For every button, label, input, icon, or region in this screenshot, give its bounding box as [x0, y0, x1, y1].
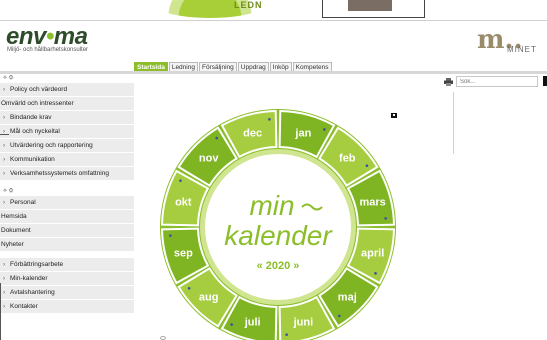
sidebar-item[interactable]: ›Hemsida [0, 210, 134, 224]
month-label-jan[interactable]: jan [294, 127, 311, 139]
year-selector[interactable]: « 2020 » [257, 260, 300, 272]
chevron-right-icon: › [3, 199, 6, 206]
sidebar: ⟡ ⚙ ›Policy och värdeord›Omvärld och int… [0, 74, 134, 340]
chevron-right-icon: › [3, 170, 6, 177]
chevron-right-icon: › [3, 261, 6, 268]
sidebar-item-label: Bindande krav [10, 114, 52, 121]
event-dot[interactable] [230, 323, 233, 326]
month-label-april[interactable]: april [361, 247, 384, 259]
chevron-right-icon: › [3, 289, 6, 296]
month-label-juli[interactable]: juli [244, 317, 261, 329]
sidebar-item[interactable]: › Avtalshantering [0, 286, 134, 300]
month-label-feb[interactable]: feb [339, 153, 356, 165]
chevron-right-icon: › [3, 142, 6, 149]
sidebar-item[interactable]: › Utvärdering och rapportering [0, 139, 134, 153]
sidebar-item[interactable]: › Min-kalender [0, 272, 134, 286]
background-line [0, 283, 1, 340]
app-window: env•ma Miljö- och hållbarhetskonsulter m… [0, 20, 547, 340]
month-label-mars[interactable]: mars [360, 197, 386, 209]
sidebar-item-label: Omvärld och intressenter [1, 100, 74, 107]
brand-logo-right: m.. MINET [477, 25, 547, 59]
sidebar-item-label: Kommunikation [10, 156, 55, 163]
event-dot[interactable] [384, 217, 387, 220]
resize-icon [160, 336, 166, 340]
chevron-right-icon: › [3, 114, 6, 121]
sidebar-item-label: Dokument [1, 227, 31, 234]
background-strip [0, 0, 547, 20]
chevron-right-icon: › [3, 128, 6, 135]
sidebar-item[interactable]: › Policy och värdeord [0, 83, 134, 97]
sidebar-item[interactable]: › Mål och nyckeltal [0, 125, 134, 139]
sidebar-item-label: Min-kalender [10, 275, 48, 282]
month-label-nov[interactable]: nov [199, 153, 219, 165]
calendar-title-line1: min [249, 190, 294, 221]
tagline: Miljö- och hållbarhetskonsulter [7, 47, 89, 53]
brand-sub: MINET [507, 45, 537, 54]
event-dot[interactable] [374, 272, 377, 275]
event-dot[interactable] [365, 164, 369, 167]
background-text-fragment: LEDN [234, 0, 263, 10]
logo-part1: env [6, 23, 46, 50]
month-label-juni[interactable]: juni [293, 317, 314, 329]
sidebar-item[interactable]: ›Dokument [0, 224, 134, 238]
header: env•ma Miljö- och hållbarhetskonsulter m… [0, 21, 547, 59]
sidebar-item[interactable]: › Personal [0, 196, 134, 210]
year-calendar-wheel: jan feb mars april maj juni juli aug sep okt nov de… [160, 109, 396, 340]
event-dot[interactable] [268, 118, 271, 121]
search-input[interactable] [456, 76, 538, 87]
main-content: jan feb mars april maj juni juli aug sep okt nov de… [134, 74, 547, 340]
event-dot[interactable] [323, 128, 326, 131]
sidebar-item[interactable]: › Verksamhetssystemets omfattning [0, 167, 134, 181]
event-dot[interactable] [187, 287, 191, 290]
event-dot[interactable] [338, 314, 341, 318]
sidebar-item[interactable]: ›Nyheter [0, 238, 134, 252]
event-dot[interactable] [215, 136, 218, 140]
month-label-okt[interactable]: okt [175, 197, 192, 209]
logo-dot: • [45, 23, 54, 50]
sidebar-item-label: Utvärdering och rapportering [10, 142, 93, 149]
sidebar-item[interactable]: › Bindande krav [0, 111, 134, 125]
sidebar-item[interactable]: › Förbättringsarbete [0, 258, 134, 272]
sidebar-group-header[interactable]: ⟡ ⚙ [0, 74, 134, 83]
sidebar-item[interactable]: › Kontakter [0, 300, 134, 314]
scroll-indicator [543, 76, 547, 86]
sidebar-item-label: Nyheter [1, 241, 24, 248]
month-label-sep[interactable]: sep [174, 247, 193, 259]
sidebar-item-label: Förbättringsarbete [10, 261, 64, 268]
calendar-title-line2: kalender [224, 220, 333, 251]
print-icon[interactable] [444, 78, 453, 86]
chevron-right-icon: › [3, 156, 6, 163]
sidebar-item-label: Hemsida [1, 213, 27, 220]
month-label-maj[interactable]: maj [338, 291, 357, 303]
sidebar-item-label: Personal [10, 199, 36, 206]
sidebar-item[interactable]: ›Omvärld och intressenter [0, 97, 134, 111]
logo-part2: ma [53, 23, 88, 50]
chevron-right-icon: › [3, 86, 6, 93]
sidebar-group-header[interactable]: ⟡ ⚙ [0, 187, 134, 196]
sidebar-item-label: Kontakter [10, 303, 38, 310]
chevron-right-icon: › [3, 275, 6, 282]
sidebar-item-label: Verksamhetssystemets omfattning [10, 170, 109, 177]
month-label-dec[interactable]: dec [243, 127, 262, 139]
event-dot[interactable] [285, 333, 288, 336]
chevron-right-icon: › [3, 303, 6, 310]
column-divider [453, 92, 454, 154]
event-dot[interactable] [169, 234, 172, 237]
background-photo [348, 0, 392, 11]
sidebar-item[interactable]: › Kommunikation [0, 153, 134, 167]
background-line [0, 134, 9, 135]
month-label-aug[interactable]: aug [199, 291, 219, 303]
sidebar-item-label: Policy och värdeord [10, 86, 68, 93]
sidebar-item-label: Avtalshantering [10, 289, 55, 296]
sidebar-item-label: Mål och nyckeltal [10, 128, 60, 135]
event-dot[interactable] [179, 179, 182, 182]
